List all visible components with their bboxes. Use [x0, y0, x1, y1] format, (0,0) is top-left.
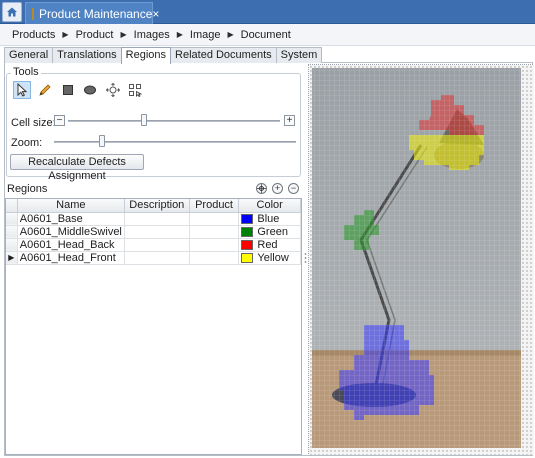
- color-name: Red: [257, 238, 278, 251]
- breadcrumb-item-document[interactable]: Document: [241, 29, 291, 41]
- row-indicator-header: [6, 199, 18, 213]
- region-name-cell[interactable]: A0601_MiddleSwivel: [17, 225, 125, 239]
- home-icon: [7, 7, 17, 17]
- breadcrumb-item-product[interactable]: Product: [76, 29, 114, 41]
- ellipse-icon: [84, 85, 96, 95]
- color-swatch: [241, 239, 254, 250]
- crosshair-icon: [257, 184, 266, 193]
- tab-regions[interactable]: Regions: [120, 47, 172, 64]
- tab-strip: General Translations Regions Related Doc…: [4, 47, 323, 64]
- color-swatch: [241, 226, 254, 237]
- region-product-cell[interactable]: [189, 225, 240, 239]
- cell-size-decrease-button[interactable]: −: [54, 115, 65, 126]
- tools-legend: Tools: [11, 66, 41, 78]
- table-row[interactable]: A0601_MiddleSwivel Green: [6, 225, 301, 239]
- region-description-cell[interactable]: [124, 238, 190, 252]
- breadcrumb-item-images[interactable]: Images: [134, 29, 170, 41]
- column-header-product[interactable]: Product: [189, 199, 240, 213]
- add-region-button[interactable]: +: [272, 183, 283, 194]
- regions-grid: Name Description Product Color A0601_Bas…: [5, 198, 302, 455]
- rectangle-icon: [63, 85, 73, 95]
- color-swatch: [241, 213, 254, 224]
- tab-translations[interactable]: Translations: [52, 47, 122, 63]
- breadcrumb-separator-icon: ▶: [120, 30, 127, 39]
- ellipse-tool-button[interactable]: [81, 81, 99, 99]
- cell-size-slider-thumb[interactable]: [141, 114, 148, 126]
- plus-icon: +: [274, 183, 281, 193]
- breadcrumb-separator-icon: ▶: [176, 30, 183, 39]
- color-name: Blue: [257, 212, 280, 225]
- tab-system[interactable]: System: [275, 47, 323, 63]
- cell-size-increase-button[interactable]: +: [284, 115, 295, 126]
- row-indicator[interactable]: [6, 238, 18, 252]
- panel-splitter[interactable]: [304, 64, 307, 454]
- table-row[interactable]: ▶ A0601_Head_Front Yellow: [6, 251, 301, 265]
- close-tab-icon[interactable]: ×: [152, 7, 159, 21]
- row-indicator[interactable]: [6, 212, 18, 226]
- select-tool-button[interactable]: [13, 81, 31, 99]
- cell-size-label: Cell size:: [11, 117, 56, 129]
- document-icon: [32, 7, 34, 20]
- color-name: Green: [257, 225, 288, 238]
- region-description-cell[interactable]: [124, 225, 190, 239]
- breadcrumb-item-image[interactable]: Image: [190, 29, 221, 41]
- table-row[interactable]: A0601_Head_Back Red: [6, 238, 301, 252]
- column-header-description[interactable]: Description: [124, 199, 190, 213]
- grid-select-icon: [129, 84, 142, 97]
- region-color-cell[interactable]: Blue: [238, 212, 301, 226]
- region-description-cell[interactable]: [124, 251, 190, 265]
- table-row[interactable]: A0601_Base Blue: [6, 212, 301, 226]
- column-header-name[interactable]: Name: [17, 199, 125, 213]
- current-row-indicator-icon[interactable]: ▶: [6, 251, 18, 265]
- locate-region-button[interactable]: [256, 183, 267, 194]
- region-product-cell[interactable]: [189, 212, 240, 226]
- region-name-cell[interactable]: A0601_Head_Back: [17, 238, 125, 252]
- pencil-tool-button[interactable]: [36, 81, 54, 99]
- region-name-cell[interactable]: A0601_Head_Front: [17, 251, 125, 265]
- color-swatch: [241, 252, 254, 263]
- regions-label: Regions: [7, 183, 48, 195]
- image-viewer[interactable]: [308, 64, 534, 455]
- region-color-cell[interactable]: Red: [238, 238, 301, 252]
- select-arrow-icon: [17, 83, 28, 97]
- document-tab[interactable]: Product Maintenance ×: [25, 2, 159, 24]
- color-name: Yellow: [257, 251, 289, 264]
- tab-general[interactable]: General: [4, 47, 54, 63]
- document-tab-title: Product Maintenance: [39, 6, 153, 21]
- zoom-slider[interactable]: [54, 141, 296, 143]
- zoom-label: Zoom:: [11, 137, 43, 149]
- remove-region-button[interactable]: −: [288, 183, 299, 194]
- region-product-cell[interactable]: [189, 251, 240, 265]
- recalculate-defects-button[interactable]: Recalculate Defects Assignment: [10, 154, 144, 182]
- grid-header-row: Name Description Product Color: [6, 199, 301, 213]
- breadcrumb-separator-icon: ▶: [62, 30, 69, 39]
- region-product-cell[interactable]: [189, 238, 240, 252]
- minus-icon: −: [290, 183, 297, 193]
- home-button[interactable]: [2, 2, 22, 22]
- region-expand-icon: [106, 83, 120, 97]
- region-expand-tool-button[interactable]: [104, 81, 122, 99]
- breadcrumb-item-products[interactable]: Products: [12, 29, 55, 41]
- cell-size-slider[interactable]: [68, 120, 280, 122]
- region-color-cell[interactable]: Yellow: [238, 251, 301, 265]
- breadcrumb: Products ▶ Product ▶ Images ▶ Image ▶ Do…: [0, 24, 535, 46]
- splitter-grip-icon: [304, 253, 307, 263]
- title-bar: Product Maintenance ×: [0, 0, 535, 24]
- tab-related-documents[interactable]: Related Documents: [170, 47, 277, 63]
- region-name-cell[interactable]: A0601_Base: [17, 212, 125, 226]
- zoom-slider-thumb[interactable]: [99, 135, 106, 147]
- breadcrumb-separator-icon: ▶: [227, 30, 234, 39]
- rectangle-tool-button[interactable]: [59, 81, 77, 99]
- region-color-cell[interactable]: Green: [238, 225, 301, 239]
- grid-select-tool-button[interactable]: [126, 81, 144, 99]
- pencil-icon: [39, 84, 51, 96]
- row-indicator[interactable]: [6, 225, 18, 239]
- region-image-canvas[interactable]: [309, 65, 534, 455]
- column-header-color[interactable]: Color: [238, 199, 301, 213]
- region-description-cell[interactable]: [124, 212, 190, 226]
